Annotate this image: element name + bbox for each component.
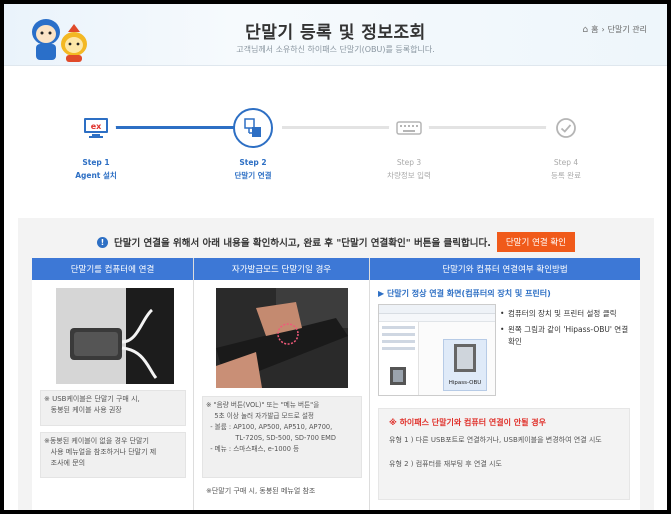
self-issue-mode-note: ※ "음량 버튼(VOL)" 또는 "메뉴 버튼"을 5초 이상 눌러 자가발급… — [206, 401, 336, 453]
column-connect-pc-header: 단말기를 컴퓨터에 연결 — [32, 258, 193, 280]
column-self-issue-mode: 자가발급모드 단말기일 경우 ※ "음량 버튼(VOL)" 또는 "메뉴 버튼"… — [194, 258, 370, 510]
breadcrumb-separator-icon: › — [601, 25, 605, 34]
window-titlebar — [379, 305, 495, 314]
step-1-label: Agent 설치 — [75, 171, 117, 180]
info-icon: ! — [96, 236, 108, 248]
normal-connection-subhead: ▶ 단말기 정상 연결 화면(컴퓨터의 장치 및 프린터) — [378, 289, 551, 298]
failure-type-2: 유형 2 ) 컴퓨터를 재부팅 후 연결 시도 — [389, 460, 502, 468]
failure-type-1: 유형 1 ) 다른 USB포트로 연결하거나, USB케이블을 변경하여 연결 … — [389, 436, 602, 444]
step-4-label: 등록 완료 — [551, 171, 581, 180]
window-toolbar — [379, 314, 495, 322]
column-self-issue-header: 자가발급모드 단말기일 경우 — [194, 258, 369, 280]
no-cable-note: ※동봉된 케이블이 없을 경우 단말기 사용 메뉴얼을 참조하거나 단말기 제 … — [44, 437, 157, 467]
devices-window-screenshot: Hipass-OBU — [378, 304, 496, 396]
normal-connection-subhead-text: 단말기 정상 연결 화면(컴퓨터의 장치 및 프린터) — [386, 289, 551, 298]
column-check-connection: 단말기와 컴퓨터 연결여부 확인방법 ▶ 단말기 정상 연결 화면(컴퓨터의 장… — [370, 258, 640, 510]
home-icon[interactable]: ⌂ — [582, 25, 588, 35]
manual-reference-note: ※단말기 구매 시, 동봉된 메뉴얼 참조 — [206, 487, 316, 495]
usb-cable-note: ※ USB케이블은 단말기 구매 시, 동봉된 케이블 사용 권장 — [44, 395, 140, 414]
hipass-obu-tile[interactable]: Hipass-OBU — [443, 339, 487, 391]
page-subtitle: 고객님께서 소유하신 하이패스 단말기(OBU)를 등록합니다. — [236, 45, 435, 54]
keyboard-icon — [396, 121, 422, 135]
step-3: Step 3 차량정보 입력 — [359, 108, 459, 181]
hipass-obu-label: Hipass-OBU — [448, 380, 482, 386]
step-1: ex Step 1 Agent 설치 — [46, 108, 146, 181]
connection-failure-box: ※ 하이패스 단말기와 컴퓨터 연결이 안될 경우 유형 1 ) 다른 USB포… — [378, 408, 630, 500]
step-3-number: Step 3 — [396, 158, 422, 167]
connection-confirm-button[interactable]: 단말기 연결 확인 — [496, 232, 576, 252]
page-title: 단말기 등록 및 정보조회 — [245, 23, 426, 43]
step-2-label: 단말기 연결 — [234, 171, 272, 180]
notice-bar: ! 단말기 연결을 위해서 아래 내용을 확인하시고, 완료 후 "단말기 연결… — [18, 232, 654, 252]
column-check-connection-header: 단말기와 컴퓨터 연결여부 확인방법 — [370, 258, 640, 280]
step-4-circle — [546, 108, 586, 148]
check-step-item: 컴퓨터의 장치 및 프린터 설정 클릭 — [500, 308, 630, 320]
check-circle-icon — [556, 118, 576, 138]
step-2-circle — [233, 108, 273, 148]
svg-text:ex: ex — [91, 122, 102, 131]
breadcrumb-current[interactable]: 단말기 관리 — [608, 24, 647, 35]
usb-device-photo — [56, 288, 174, 384]
column-connect-pc: 단말기를 컴퓨터에 연결 ※ USB케이블은 단말기 구매 시, 동봉된 케이블… — [32, 258, 194, 510]
step-3-label: 차량정보 입력 — [387, 171, 431, 180]
step-4: Step 4 등록 완료 — [516, 108, 616, 181]
breadcrumb-home[interactable]: 홈 — [591, 24, 598, 35]
app-frame: 단말기 등록 및 정보조회 고객님께서 소유하신 하이패스 단말기(OBU)를 … — [4, 4, 667, 510]
progress-steps: ex Step 1 Agent 설치 Step 2 단말기 연결 Step 3 … — [4, 66, 667, 216]
device-tile-icon — [390, 367, 406, 385]
step-4-number: Step 4 — [553, 158, 579, 167]
step-1-circle: ex — [76, 108, 116, 148]
notice-text: 단말기 연결을 위해서 아래 내용을 확인하시고, 완료 후 "단말기 연결확인… — [113, 238, 491, 249]
step-1-number: Step 1 — [82, 158, 110, 167]
breadcrumb: ⌂ 홈 › 단말기 관리 — [582, 24, 647, 35]
step-2: Step 2 단말기 연결 — [203, 108, 303, 181]
check-steps-list: 컴퓨터의 장치 및 프린터 설정 클릭 왼쪽 그림과 같이 'Hipass-OB… — [500, 308, 630, 352]
connection-failure-title: ※ 하이패스 단말기와 컴퓨터 연결이 안될 경우 — [389, 418, 546, 427]
step-2-number: Step 2 — [239, 158, 267, 167]
ex-monitor-icon: ex — [84, 118, 108, 138]
hipass-obu-device-icon — [454, 344, 476, 372]
device-connect-icon — [244, 118, 261, 137]
step-3-circle — [389, 108, 429, 148]
page-header: 단말기 등록 및 정보조회 고객님께서 소유하신 하이패스 단말기(OBU)를 … — [4, 4, 667, 66]
guide-columns: 단말기를 컴퓨터에 연결 ※ USB케이블은 단말기 구매 시, 동봉된 케이블… — [32, 258, 640, 510]
device-button-photo — [216, 288, 348, 388]
check-step-item: 왼쪽 그림과 같이 'Hipass-OBU' 연결 확인 — [500, 324, 630, 348]
connection-guide-panel: ! 단말기 연결을 위해서 아래 내용을 확인하시고, 완료 후 "단말기 연결… — [18, 218, 654, 510]
